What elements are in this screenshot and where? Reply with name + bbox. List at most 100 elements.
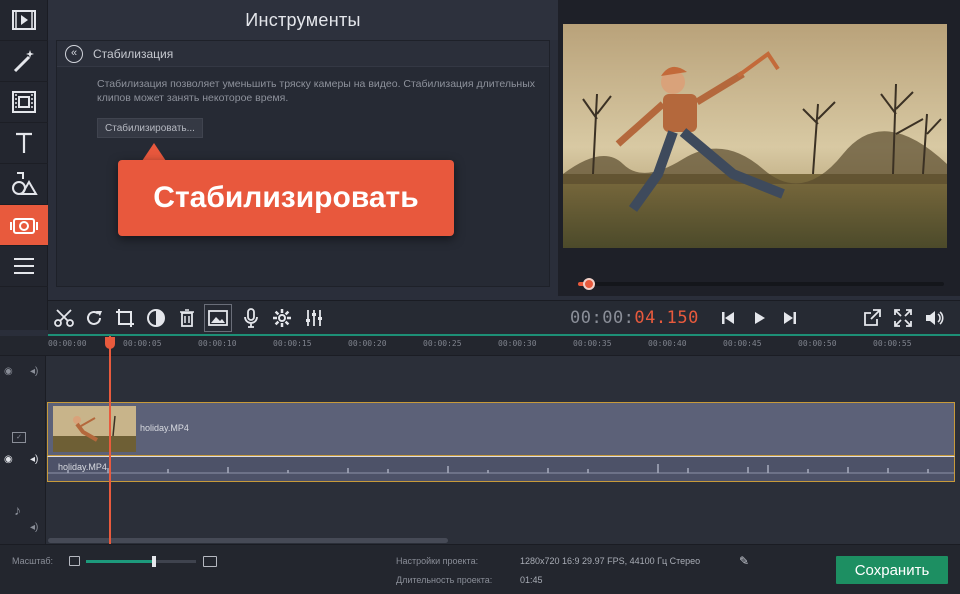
timecode-base: 00:00: [570, 308, 635, 328]
rotate-icon [87, 310, 102, 325]
detach-preview-button[interactable] [858, 304, 886, 332]
fullscreen-button[interactable] [889, 304, 917, 332]
tick-label: 00:00:20 [348, 339, 387, 348]
zoom-handle[interactable] [152, 556, 156, 567]
zoom-out-icon[interactable] [69, 556, 80, 566]
tick-label: 00:00:15 [273, 339, 312, 348]
stabilization-description: Стабилизация позволяет уменьшить тряску … [97, 78, 536, 104]
stabilization-button[interactable] [0, 205, 48, 246]
preview-image [563, 24, 947, 248]
bottom-bar: Масштаб: Настройки проекта: 1280x720 16:… [0, 544, 960, 594]
eye-icon[interactable]: ◉ [4, 366, 13, 377]
delete-button[interactable] [173, 304, 201, 332]
audio-waveform [48, 464, 954, 474]
volume-icon [926, 311, 944, 325]
video-preview [563, 24, 947, 248]
cut-button[interactable] [50, 304, 78, 332]
video-clip-label: holiday.MP4 [140, 423, 189, 433]
seek-handle[interactable] [582, 278, 595, 290]
audio-clip-label: holiday.MP4 [58, 462, 107, 472]
previous-frame-button[interactable] [714, 304, 742, 332]
duration-label: Длительность проекта: [396, 575, 493, 585]
tick-label: 00:00:05 [123, 339, 162, 348]
tick-label: 00:00:35 [573, 339, 612, 348]
music-note-icon: ♪ [14, 502, 21, 518]
timecode-current: 04.150 [634, 308, 699, 328]
pencil-icon[interactable]: ✎ [739, 554, 749, 568]
next-frame-button[interactable] [776, 304, 804, 332]
record-voice-button[interactable] [237, 304, 265, 332]
clip-thumbnail [53, 406, 136, 452]
panel-title: Стабилизация [93, 46, 174, 61]
left-sidebar [0, 0, 48, 330]
media-properties-button[interactable] [204, 304, 232, 332]
tick-label: 00:00:55 [873, 339, 912, 348]
import-media-button[interactable] [0, 0, 48, 41]
color-adjust-button[interactable] [142, 304, 170, 332]
tick-label: 00:00:10 [198, 339, 237, 348]
shapes-icon [12, 172, 38, 195]
callout-arrow [142, 143, 166, 161]
color-icon [147, 309, 165, 327]
tools-title: Инструменты [48, 0, 558, 40]
clip-settings-button[interactable] [268, 304, 296, 332]
tick-label: 00:00:40 [648, 339, 687, 348]
tick-label: 00:00:25 [423, 339, 462, 348]
skip-back-icon [722, 312, 734, 324]
save-button[interactable]: Сохранить [836, 556, 948, 584]
titles-button[interactable] [0, 123, 48, 164]
tick-label: 00:00:00 [48, 339, 87, 348]
transitions-button[interactable] [0, 82, 48, 123]
magic-wand-icon [13, 50, 34, 73]
speaker-icon[interactable]: ◂) [30, 454, 38, 465]
stabilize-camera-icon [10, 218, 38, 234]
playhead-handle[interactable] [105, 337, 115, 349]
stickers-button[interactable] [0, 164, 48, 205]
zoom-slider[interactable] [86, 556, 196, 567]
text-icon [16, 132, 32, 153]
equalizer-icon [306, 310, 322, 326]
menu-icon [14, 258, 34, 274]
timeline: ◉ ◂) ✓ ◉ ◂) ♪ ◂) holiday.MP4 holiday.MP4 [0, 356, 960, 544]
zoom-fill [86, 560, 154, 563]
eye-icon[interactable]: ◉ [4, 454, 13, 465]
settings-label: Настройки проекта: [396, 556, 479, 566]
preview-area [558, 0, 960, 296]
settings-value: 1280x720 16:9 29.97 FPS, 44100 Гц Стерео [520, 556, 701, 566]
timecode: 00:00:04.150 [570, 308, 699, 328]
timeline-scrollbar[interactable] [48, 538, 448, 543]
duration-value: 01:45 [520, 575, 543, 585]
audio-clip[interactable]: holiday.MP4 [47, 456, 955, 482]
speaker-icon[interactable]: ◂) [30, 522, 38, 533]
seek-bar[interactable] [578, 278, 944, 290]
microphone-icon [244, 308, 258, 328]
image-icon [208, 310, 228, 326]
play-icon [755, 312, 765, 324]
film-import-icon [12, 10, 36, 30]
stabilize-callout[interactable]: Стабилизировать [118, 160, 454, 236]
play-button[interactable] [745, 304, 773, 332]
crop-icon [116, 309, 134, 327]
effects-button[interactable] [0, 41, 48, 82]
back-button[interactable]: « [65, 44, 83, 63]
video-clip[interactable]: holiday.MP4 [47, 402, 955, 456]
rotate-button[interactable] [80, 304, 108, 332]
speaker-icon[interactable]: ◂) [30, 366, 38, 377]
timeline-ruler[interactable]: 00:00:00 00:00:05 00:00:10 00:00:15 00:0… [0, 336, 960, 356]
video-track-icon: ✓ [12, 432, 26, 443]
skip-forward-icon [784, 312, 796, 324]
zoom-in-icon[interactable] [203, 556, 217, 567]
track-controls: ◉ ◂) ✓ ◉ ◂) ♪ ◂) [0, 356, 46, 544]
more-tools-button[interactable] [0, 246, 48, 287]
gear-icon [273, 309, 291, 327]
stabilize-button[interactable]: Стабилизировать... [97, 118, 203, 138]
film-strip-icon [12, 91, 36, 113]
playhead[interactable] [109, 336, 111, 544]
crop-button[interactable] [111, 304, 139, 332]
tick-label: 00:00:30 [498, 339, 537, 348]
export-icon [864, 309, 881, 326]
editing-toolbar: 00:00:04.150 [48, 300, 960, 336]
volume-button[interactable] [920, 304, 948, 332]
scissors-icon [54, 309, 74, 327]
equalizer-button[interactable] [300, 304, 328, 332]
